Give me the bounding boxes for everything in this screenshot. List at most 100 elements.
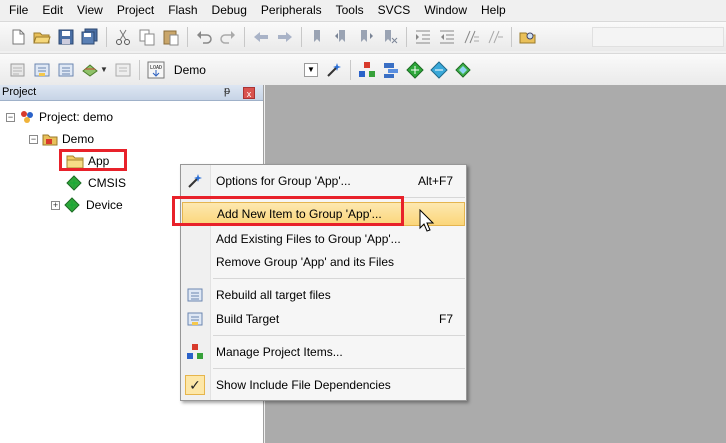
nav-back-icon[interactable] bbox=[252, 28, 270, 46]
build-icon bbox=[187, 311, 203, 327]
rebuild-icon[interactable] bbox=[57, 61, 75, 79]
rebuild-icon bbox=[187, 287, 203, 303]
menu-item-label: Remove Group 'App' and its Files bbox=[216, 255, 394, 269]
cut-icon[interactable] bbox=[114, 28, 132, 46]
menu-separator bbox=[213, 335, 465, 336]
tree-group-cmsis[interactable]: CMSIS bbox=[66, 174, 126, 192]
manage-rte-dialog-icon[interactable] bbox=[454, 61, 472, 79]
undo-icon[interactable] bbox=[195, 28, 213, 46]
target-folder-icon bbox=[42, 134, 58, 146]
download-icon[interactable]: LOAD bbox=[147, 61, 165, 79]
find-combo[interactable] bbox=[592, 26, 724, 47]
close-icon[interactable]: x bbox=[243, 87, 255, 99]
project-icon bbox=[21, 111, 33, 123]
save-all-icon[interactable] bbox=[81, 28, 99, 46]
menu-item-label: Add Existing Files to Group 'App'... bbox=[216, 232, 401, 246]
menu-item-show-include-deps[interactable]: ✓ Show Include File Dependencies bbox=[181, 373, 466, 397]
stop-build-icon[interactable] bbox=[114, 61, 132, 79]
component-icon bbox=[66, 175, 82, 191]
select-packs-icon[interactable] bbox=[406, 60, 424, 79]
manage-rte-icon[interactable] bbox=[430, 60, 448, 79]
menu-bar: File Edit View Project Flash Debug Perip… bbox=[0, 0, 726, 20]
highlight-box-app bbox=[59, 149, 127, 171]
collapse-toggle[interactable]: − bbox=[29, 134, 38, 144]
batch-build-icon[interactable] bbox=[81, 61, 99, 79]
checkmark-icon: ✓ bbox=[185, 375, 205, 395]
menu-file[interactable]: File bbox=[2, 0, 35, 20]
menu-peripherals[interactable]: Peripherals bbox=[254, 0, 329, 20]
unindent-icon[interactable] bbox=[438, 28, 456, 46]
toolbar-separator bbox=[406, 26, 407, 47]
toolbar-separator bbox=[511, 26, 512, 47]
menu-flash[interactable]: Flash bbox=[161, 0, 204, 20]
build-icon[interactable] bbox=[33, 61, 51, 79]
menu-separator bbox=[213, 278, 465, 279]
menu-help[interactable]: Help bbox=[474, 0, 513, 20]
paste-icon[interactable] bbox=[162, 28, 180, 46]
save-icon[interactable] bbox=[57, 28, 75, 46]
menu-item-label: Manage Project Items... bbox=[216, 345, 343, 359]
tree-group-label: CMSIS bbox=[88, 176, 127, 190]
toolbar-separator bbox=[244, 26, 245, 47]
tree-target-label: Demo bbox=[62, 132, 95, 146]
highlight-box-add-new-item bbox=[172, 196, 404, 226]
menu-item-options-for-group[interactable]: Options for Group 'App'... Alt+F7 bbox=[181, 169, 466, 193]
menu-project[interactable]: Project bbox=[110, 0, 161, 20]
bookmark-clear-icon[interactable] bbox=[381, 28, 399, 46]
menu-item-shortcut: F7 bbox=[438, 312, 453, 326]
open-folder-icon[interactable] bbox=[33, 28, 51, 46]
toolbar-separator bbox=[138, 59, 140, 80]
uncomment-icon[interactable] bbox=[486, 28, 504, 46]
menu-item-remove-group[interactable]: Remove Group 'App' and its Files bbox=[181, 250, 466, 274]
panel-title: Project bbox=[2, 86, 37, 98]
find-in-files-icon[interactable] bbox=[519, 28, 537, 46]
bookmark-icon[interactable] bbox=[309, 28, 327, 46]
expand-toggle[interactable]: + bbox=[51, 200, 60, 210]
menu-edit[interactable]: Edit bbox=[35, 0, 70, 20]
manage-items-icon bbox=[187, 344, 203, 360]
target-select[interactable]: Demo bbox=[174, 63, 302, 77]
pack-installer-icon[interactable] bbox=[382, 61, 400, 79]
menu-item-label: Rebuild all target files bbox=[216, 288, 331, 302]
menu-item-label: Build Target bbox=[216, 312, 280, 326]
toolbar-separator bbox=[187, 26, 188, 47]
menu-item-label: Show Include File Dependencies bbox=[216, 378, 391, 392]
bookmark-prev-icon[interactable] bbox=[333, 28, 351, 46]
chevron-down-icon[interactable]: ▼ bbox=[100, 65, 108, 74]
tree-root-row[interactable]: − Project: demo bbox=[6, 108, 113, 126]
tree-group-label: Device bbox=[86, 198, 123, 212]
toolbar-separator bbox=[349, 59, 351, 80]
file-toolbar bbox=[0, 21, 726, 51]
redo-icon[interactable] bbox=[219, 28, 237, 46]
component-icon bbox=[64, 197, 80, 213]
translate-icon[interactable] bbox=[9, 61, 27, 79]
bookmark-next-icon[interactable] bbox=[357, 28, 375, 46]
toolbar-separator bbox=[106, 26, 107, 47]
tree-target-row[interactable]: − Demo bbox=[29, 130, 94, 148]
nav-forward-icon[interactable] bbox=[276, 28, 294, 46]
project-panel-header: Project ᵽ x bbox=[0, 85, 263, 101]
menu-debug[interactable]: Debug bbox=[205, 0, 254, 20]
comment-icon[interactable] bbox=[462, 28, 480, 46]
mouse-cursor-icon bbox=[419, 209, 435, 232]
target-dropdown-chevron-icon[interactable]: ▼ bbox=[303, 62, 318, 77]
menu-view[interactable]: View bbox=[70, 0, 110, 20]
pin-icon[interactable]: ᵽ bbox=[224, 85, 230, 97]
menu-tools[interactable]: Tools bbox=[329, 0, 371, 20]
menu-item-build-target[interactable]: Build Target F7 bbox=[181, 307, 466, 331]
indent-icon[interactable] bbox=[414, 28, 432, 46]
new-file-icon[interactable] bbox=[9, 28, 27, 46]
collapse-toggle[interactable]: − bbox=[6, 112, 15, 122]
menu-window[interactable]: Window bbox=[417, 0, 474, 20]
options-wand-icon bbox=[187, 173, 203, 189]
menu-item-rebuild-all[interactable]: Rebuild all target files bbox=[181, 283, 466, 307]
copy-icon[interactable] bbox=[138, 28, 156, 46]
build-toolbar: ▼ LOAD Demo ▼ bbox=[0, 53, 726, 85]
tree-group-device[interactable]: + Device bbox=[51, 196, 123, 214]
menu-svcs[interactable]: SVCS bbox=[371, 0, 418, 20]
menu-separator bbox=[213, 368, 465, 369]
target-options-icon[interactable] bbox=[325, 61, 343, 79]
toolbar-separator bbox=[301, 26, 302, 47]
manage-items-icon[interactable] bbox=[358, 61, 376, 79]
menu-item-manage-project-items[interactable]: Manage Project Items... bbox=[181, 340, 466, 364]
